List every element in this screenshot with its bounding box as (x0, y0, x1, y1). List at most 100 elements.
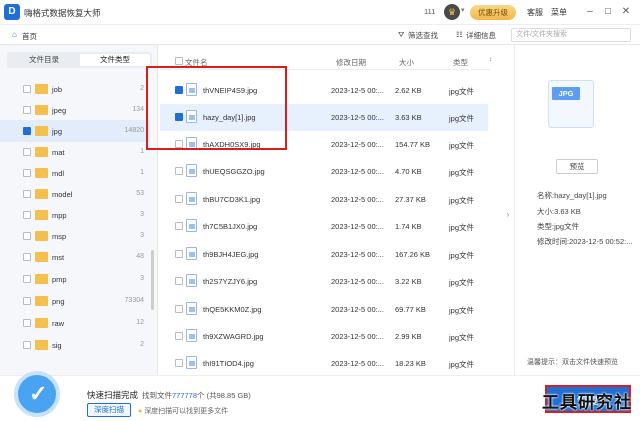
chevron-down-icon[interactable]: ▾ (461, 6, 465, 14)
folder-icon (35, 252, 48, 262)
maximize-icon[interactable]: □ (601, 5, 615, 19)
upgrade-button[interactable]: 优惠升级 (470, 5, 516, 20)
deep-scan-tip-text: 深度扫描可以找到更多文件 (144, 408, 229, 415)
row-checkbox[interactable] (175, 167, 183, 175)
sidebar-scrollbar[interactable] (151, 250, 154, 310)
table-row[interactable]: thUEQSGGZO.jpg 2023-12-5 00:... 4.70 KB … (160, 158, 488, 185)
checkbox[interactable] (23, 85, 31, 93)
image-file-icon (186, 164, 197, 177)
details-icon[interactable]: ☷ (456, 30, 463, 39)
minimize-icon[interactable]: – (583, 5, 597, 19)
sidebar-item-png[interactable]: png 73304 (0, 290, 150, 312)
sidebar-item-mat[interactable]: mat 1 (0, 141, 150, 163)
preview-button[interactable]: 预览 (556, 159, 598, 174)
filter-icon[interactable]: ⛛ (398, 30, 404, 40)
table-row[interactable]: thI91TIOD4.jpg 2023-12-5 00:... 18.23 KB… (160, 350, 488, 377)
file-size: 3.63 KB (395, 113, 422, 122)
file-size: 154.77 KB (395, 140, 431, 149)
sidebar-item-raw[interactable]: raw 12 (0, 312, 150, 334)
tab-file-directory[interactable]: 文件目录 (9, 54, 79, 66)
table-row[interactable]: th7C5B1JX0.jpg 2023-12-5 00:... 1.74 KB … (160, 213, 488, 240)
column-size[interactable]: 大小 (399, 57, 414, 68)
sidebar-item-label: jpeg (52, 106, 67, 115)
chevron-right-icon[interactable]: › (502, 208, 514, 222)
sidebar-item-label: mpp (52, 211, 67, 220)
file-date: 2023-12-5 00:... (331, 305, 384, 314)
tab-file-type[interactable]: 文件类型 (80, 54, 150, 66)
close-icon[interactable]: ✕ (619, 5, 633, 19)
deep-scan-button[interactable]: 深度扫描 (87, 403, 131, 417)
checkbox[interactable] (23, 211, 31, 219)
checkbox[interactable] (23, 297, 31, 305)
table-row[interactable]: th9BJH4JEG.jpg 2023-12-5 00:... 167.26 K… (160, 241, 488, 268)
info-icon: ● (138, 408, 143, 415)
sidebar-item-mpp[interactable]: mpp 3 (0, 204, 150, 226)
folder-icon (35, 126, 48, 136)
file-date: 2023-12-5 00:... (331, 140, 384, 149)
file-name: th2S7YZJY6.jpg (203, 277, 258, 286)
sidebar-item-sig[interactable]: sig 2 (0, 334, 150, 356)
sidebar-item-count: 134 (132, 106, 144, 113)
row-checkbox[interactable] (175, 305, 183, 313)
image-file-icon (186, 247, 197, 260)
checkbox[interactable] (23, 127, 31, 135)
sort-icon[interactable]: ↕ (489, 57, 492, 63)
details-button[interactable]: 详细信息 (466, 30, 496, 41)
highlight-box (146, 66, 287, 150)
table-row[interactable]: thQE5KKM0Z.jpg 2023-12-5 00:... 69.77 KB… (160, 296, 488, 323)
row-checkbox[interactable] (175, 332, 183, 340)
sidebar-item-label: mdl (52, 169, 65, 178)
file-date: 2023-12-5 00:... (331, 195, 384, 204)
row-checkbox[interactable] (175, 359, 183, 367)
checkbox[interactable] (23, 190, 31, 198)
row-checkbox[interactable] (175, 222, 183, 230)
file-name: th7C5B1JX0.jpg (203, 222, 258, 231)
jpg-badge: JPG (552, 87, 580, 100)
table-row[interactable]: thBU7CD3K1.jpg 2023-12-5 00:... 27.37 KB… (160, 186, 488, 213)
row-checkbox[interactable] (175, 195, 183, 203)
sidebar-item-job[interactable]: job 2 (0, 78, 150, 100)
file-size: 27.37 KB (395, 195, 426, 204)
folder-icon (35, 231, 48, 241)
row-checkbox[interactable] (175, 277, 183, 285)
select-all-checkbox[interactable] (175, 57, 183, 65)
column-date[interactable]: 修改日期 (336, 57, 366, 68)
sidebar-item-count: 1 (140, 169, 144, 176)
sidebar-item-model[interactable]: model 53 (0, 183, 150, 205)
preview-modified: 修改时间:2023-12-5 00:52:... (537, 237, 633, 246)
table-row[interactable]: th2S7YZJY6.jpg 2023-12-5 00:... 3.22 KB … (160, 268, 488, 295)
checkbox[interactable] (23, 232, 31, 240)
preview-tip: 温馨提示：双击文件快速预览 (527, 359, 618, 366)
sidebar-item-jpg[interactable]: jpg 14820 (0, 120, 150, 142)
folder-icon (35, 105, 48, 115)
checkbox[interactable] (23, 148, 31, 156)
menu-link[interactable]: 菜单 (551, 7, 567, 18)
checkbox[interactable] (23, 275, 31, 283)
checkbox[interactable] (23, 253, 31, 261)
checkbox[interactable] (23, 319, 31, 327)
folder-icon (35, 340, 48, 350)
filter-button[interactable]: 筛选查找 (408, 30, 438, 41)
folder-icon (35, 296, 48, 306)
table-row[interactable]: th9XZWAGRD.jpg 2023-12-5 00:... 2.99 KB … (160, 323, 488, 350)
found-total: (共98.85 GB) (206, 391, 251, 400)
column-type[interactable]: 类型 (453, 57, 468, 68)
row-checkbox[interactable] (175, 250, 183, 258)
sidebar-item-msp[interactable]: msp 3 (0, 225, 150, 247)
search-input[interactable]: 文件/文件夹搜索 (511, 28, 631, 42)
sidebar-item-label: raw (52, 319, 65, 328)
checkbox[interactable] (23, 169, 31, 177)
home-tab[interactable]: 首页 (22, 31, 37, 42)
home-icon[interactable]: ⌂ (12, 30, 17, 39)
checkbox[interactable] (23, 106, 31, 114)
folder-icon (35, 189, 48, 199)
file-date: 2023-12-5 00:... (331, 359, 384, 368)
sidebar-item-jpeg[interactable]: jpeg 134 (0, 99, 150, 121)
avatar[interactable]: ♛ (444, 4, 460, 20)
checkbox[interactable] (23, 341, 31, 349)
sidebar-item-pmp[interactable]: pmp 3 (0, 268, 150, 290)
app-title: 嗨格式数据恢复大师 (24, 8, 101, 18)
sidebar-item-mdl[interactable]: mdl 1 (0, 162, 150, 184)
sidebar-item-mst[interactable]: mst 48 (0, 246, 150, 268)
service-link[interactable]: 客服 (527, 7, 543, 18)
